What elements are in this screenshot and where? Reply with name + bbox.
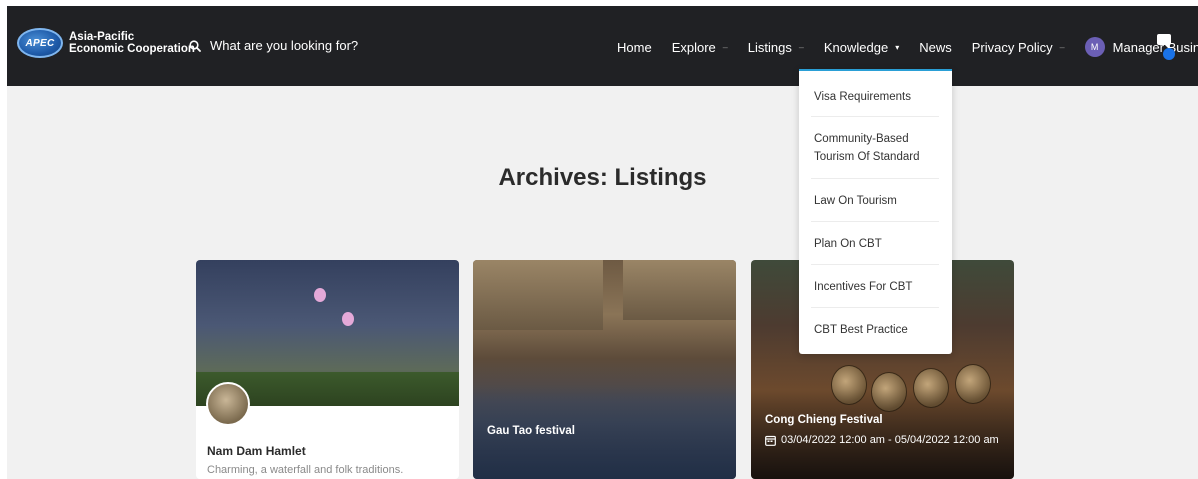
chevron-down-icon: –: [722, 42, 728, 52]
logo-text: Asia-Pacific Economic Cooperation: [69, 31, 195, 55]
page-title: Archives: Listings: [498, 164, 707, 191]
user-avatar: M: [1084, 37, 1105, 57]
nav-knowledge[interactable]: Knowledge ▾: [824, 40, 899, 55]
calendar-icon: [765, 435, 776, 446]
logo-line1: Asia-Pacific: [69, 31, 135, 43]
author-avatar[interactable]: [206, 382, 250, 426]
listing-title[interactable]: Cong Chieng Festival: [765, 414, 883, 426]
balloon-shape: [314, 288, 326, 302]
nav-listings[interactable]: Listings –: [748, 40, 804, 55]
roof-shape: [473, 260, 603, 330]
dropdown-item-incentives-for-cbt[interactable]: Incentives For CBT: [814, 278, 942, 296]
divider: [811, 221, 939, 222]
apec-logo[interactable]: APEC Asia-Pacific Economic Cooperation: [17, 28, 195, 58]
chevron-down-icon: –: [798, 42, 804, 52]
dropdown-item-plan-on-cbt[interactable]: Plan On CBT: [814, 235, 942, 253]
listing-photo[interactable]: [473, 260, 736, 479]
nav-news[interactable]: News: [919, 40, 952, 55]
nav-privacy-policy[interactable]: Privacy Policy –: [972, 40, 1065, 55]
divider: [811, 116, 939, 117]
chat-icon[interactable]: [1155, 34, 1177, 64]
site-header: APEC Asia-Pacific Economic Cooperation W…: [7, 6, 1198, 86]
nav-knowledge-label: Knowledge: [823, 39, 889, 55]
divider: [811, 307, 939, 308]
dropdown-item-cbt-best-practice[interactable]: CBT Best Practice: [814, 321, 942, 339]
dropdown-item-visa-requirements[interactable]: Visa Requirements: [814, 88, 942, 106]
apec-logo-badge: APEC: [17, 28, 63, 58]
page: APEC Asia-Pacific Economic Cooperation W…: [7, 6, 1198, 479]
notification-dot: [1163, 48, 1175, 60]
listing-card[interactable]: Gau Tao festival: [473, 260, 736, 479]
nav-home-label: Home: [617, 39, 652, 55]
event-date-text: 03/04/2022 12:00 am - 05/04/2022 12:00 a…: [781, 434, 999, 446]
nav-news-label: News: [919, 39, 952, 55]
nav-explore[interactable]: Explore –: [672, 40, 728, 55]
knowledge-dropdown: Visa Requirements Community-Based Touris…: [799, 69, 952, 354]
balloon-shape: [342, 312, 354, 326]
nav-user-menu[interactable]: M Manager Business –: [1084, 37, 1198, 57]
listing-title[interactable]: Nam Dam Hamlet: [207, 444, 306, 458]
nav-explore-label: Explore: [671, 39, 716, 55]
roof-shape: [623, 260, 736, 320]
main-nav: Home Explore – Listings – Knowledge ▾ News …: [617, 37, 1198, 57]
listing-card[interactable]: Nam Dam Hamlet Charming, a waterfall and…: [196, 260, 459, 479]
listing-title[interactable]: Gau Tao festival: [487, 425, 575, 437]
search-placeholder[interactable]: What are you looking for?: [210, 38, 358, 53]
event-date: 03/04/2022 12:00 am - 05/04/2022 12:00 a…: [765, 434, 999, 446]
nav-listings-label: Listings: [747, 39, 792, 55]
search-bar[interactable]: What are you looking for?: [189, 38, 358, 53]
divider: [811, 264, 939, 265]
nav-home[interactable]: Home: [617, 40, 652, 55]
dropdown-item-law-on-tourism[interactable]: Law On Tourism: [814, 192, 942, 210]
nav-privacy-label: Privacy Policy: [971, 39, 1053, 55]
divider: [811, 178, 939, 179]
chevron-down-icon: ▾: [895, 42, 900, 52]
chevron-down-icon: –: [1059, 42, 1065, 52]
dropdown-item-community-based-tourism[interactable]: Community-Based Tourism Of Standard: [814, 130, 942, 166]
search-icon: [189, 39, 201, 52]
logo-line2: Economic Cooperation: [69, 43, 195, 55]
listing-description: Charming, a waterfall and folk tradition…: [207, 464, 404, 476]
